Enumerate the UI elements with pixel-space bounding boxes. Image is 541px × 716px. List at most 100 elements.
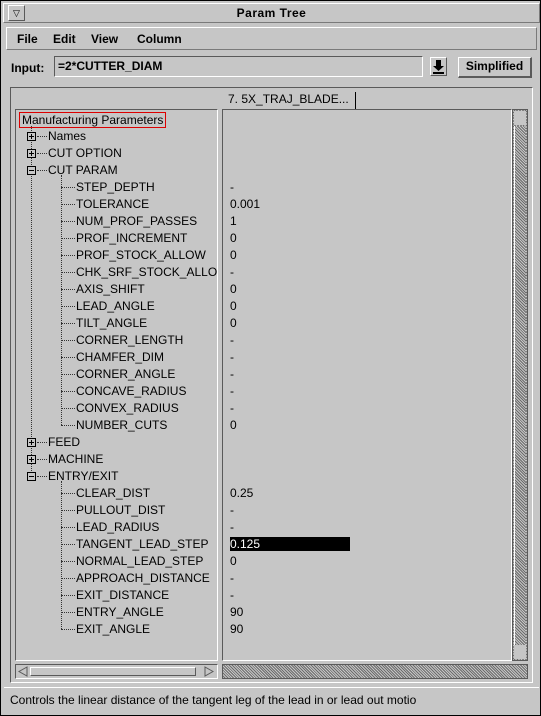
param-value[interactable]: -	[230, 367, 234, 381]
param-value[interactable]: 90	[230, 605, 243, 619]
param-name[interactable]: EXIT_DISTANCE	[76, 588, 169, 602]
tree-group[interactable]: CUT PARAM	[48, 163, 118, 177]
param-name[interactable]: ENTRY_ANGLE	[76, 605, 164, 619]
param-value[interactable]: -	[230, 588, 234, 602]
param-value-selected[interactable]: 0.125	[230, 537, 350, 551]
param-value[interactable]: -	[230, 350, 234, 364]
param-name[interactable]: LEAD_ANGLE	[76, 299, 155, 313]
vertical-scroll-thumb[interactable]	[514, 126, 526, 646]
menu-view[interactable]: View	[91, 32, 118, 46]
param-value[interactable]: 0.25	[230, 486, 253, 500]
tree-connector	[61, 578, 75, 579]
column-header[interactable]: 7. 5X_TRAJ_BLADE...	[224, 92, 356, 109]
param-value[interactable]: 0	[230, 299, 237, 313]
menu-edit[interactable]: Edit	[53, 32, 76, 46]
tree-connector	[61, 255, 75, 256]
tree-connector	[61, 527, 75, 528]
scroll-right-arrow-icon[interactable]	[204, 666, 214, 677]
param-name[interactable]: PROF_STOCK_ALLOW	[76, 248, 206, 262]
param-name[interactable]: CONVEX_RADIUS	[76, 401, 179, 415]
param-name[interactable]: CHAMFER_DIM	[76, 350, 164, 364]
param-value[interactable]: -	[230, 503, 234, 517]
param-value[interactable]: 0	[230, 316, 237, 330]
param-name[interactable]: NORMAL_LEAD_STEP	[76, 554, 203, 568]
tree-connector	[37, 136, 47, 137]
scroll-down-arrow[interactable]	[514, 645, 526, 659]
simplified-button[interactable]: Simplified	[458, 57, 532, 78]
dropdown-arrow-button[interactable]	[430, 57, 447, 76]
tree-connector	[61, 374, 75, 375]
param-name[interactable]: NUM_PROF_PASSES	[76, 214, 197, 228]
vertical-scrollbar[interactable]	[512, 109, 528, 661]
param-value[interactable]: -	[230, 520, 234, 534]
tree-root[interactable]: Manufacturing Parameters	[19, 112, 167, 128]
param-value[interactable]: -	[230, 265, 234, 279]
param-value[interactable]: 0.001	[230, 197, 260, 211]
tree-connector	[61, 481, 62, 629]
param-value[interactable]: 0	[230, 554, 237, 568]
tree-connector	[61, 340, 75, 341]
input-field[interactable]: =2*CUTTER_DIAM	[54, 56, 423, 77]
expand-toggle-icon[interactable]	[27, 149, 36, 158]
param-name[interactable]: TANGENT_LEAD_STEP	[76, 537, 208, 551]
param-name[interactable]: TOLERANCE	[76, 197, 149, 211]
tree-group[interactable]: MACHINE	[48, 452, 103, 466]
param-value[interactable]: -	[230, 401, 234, 415]
param-name[interactable]: EXIT_ANGLE	[76, 622, 150, 636]
param-name[interactable]: CONCAVE_RADIUS	[76, 384, 186, 398]
menu-column[interactable]: Column	[137, 32, 182, 46]
param-value[interactable]: 0	[230, 231, 237, 245]
title-bar[interactable]: ▽ Param Tree	[3, 3, 540, 23]
horizontal-scroll-thumb[interactable]	[30, 667, 196, 676]
tree-connector	[61, 425, 75, 426]
tree-group[interactable]: CUT OPTION	[48, 146, 122, 160]
param-name[interactable]: CHK_SRF_STOCK_ALLO	[76, 265, 217, 279]
param-value[interactable]: 0	[230, 282, 237, 296]
expand-toggle-icon[interactable]	[27, 438, 36, 447]
expand-toggle-icon[interactable]	[27, 132, 36, 141]
param-name[interactable]: PROF_INCREMENT	[76, 231, 187, 245]
param-value[interactable]: 0	[230, 248, 237, 262]
param-value[interactable]: 90	[230, 622, 243, 636]
collapse-toggle-icon[interactable]	[27, 166, 36, 175]
tree-connector	[61, 629, 75, 630]
tree-connector	[61, 187, 75, 188]
tree-horizontal-scrollbar[interactable]	[15, 664, 218, 679]
tree-connector	[61, 510, 75, 511]
collapse-toggle-icon[interactable]	[27, 472, 36, 481]
tree-connector	[61, 561, 75, 562]
param-name[interactable]: LEAD_RADIUS	[76, 520, 159, 534]
tree-group[interactable]: FEED	[48, 435, 80, 449]
tree-connector	[61, 175, 62, 425]
param-value[interactable]: -	[230, 333, 234, 347]
values-horizontal-scrollbar[interactable]	[222, 664, 528, 679]
param-value[interactable]: -	[230, 384, 234, 398]
param-name[interactable]: TILT_ANGLE	[76, 316, 147, 330]
param-name[interactable]: STEP_DEPTH	[76, 180, 155, 194]
param-value[interactable]: -	[230, 180, 234, 194]
tree-connector	[61, 272, 75, 273]
scroll-up-arrow[interactable]	[514, 111, 526, 125]
tree-connector	[61, 493, 75, 494]
tree-group[interactable]: ENTRY/EXIT	[48, 469, 118, 483]
param-value[interactable]: 1	[230, 214, 237, 228]
input-label: Input:	[11, 61, 45, 75]
param-name[interactable]: APPROACH_DISTANCE	[76, 571, 210, 585]
tree-connector	[61, 612, 75, 613]
param-name[interactable]: CORNER_LENGTH	[76, 333, 183, 347]
param-name[interactable]: NUMBER_CUTS	[76, 418, 167, 432]
expand-toggle-icon[interactable]	[27, 455, 36, 464]
param-name[interactable]: PULLOUT_DIST	[76, 503, 165, 517]
arrow-down-icon	[433, 60, 444, 74]
param-name[interactable]: CORNER_ANGLE	[76, 367, 175, 381]
tree-group[interactable]: Names	[48, 129, 86, 143]
tree-connector	[37, 442, 47, 443]
param-value[interactable]: 0	[230, 418, 237, 432]
scroll-left-arrow-icon[interactable]	[18, 666, 28, 677]
tree-pane: Manufacturing Parameters Names CUT OPTION…	[15, 109, 218, 661]
param-value[interactable]: -	[230, 571, 234, 585]
menu-file[interactable]: File	[17, 32, 38, 46]
param-name[interactable]: AXIS_SHIFT	[76, 282, 145, 296]
tree-connector	[61, 204, 75, 205]
param-name[interactable]: CLEAR_DIST	[76, 486, 150, 500]
